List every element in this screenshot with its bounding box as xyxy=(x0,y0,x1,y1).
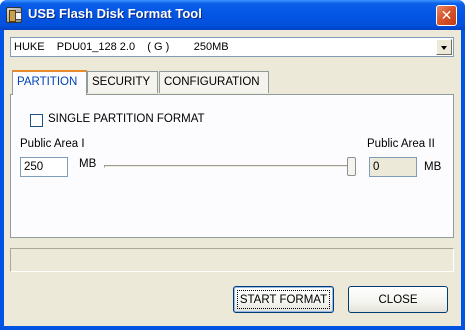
status-bar xyxy=(10,248,454,272)
app-window: USB Flash Disk Format Tool ✕ HUKE PDU01_… xyxy=(0,0,465,330)
window-close-button[interactable]: ✕ xyxy=(436,5,457,26)
partition-slider-track[interactable] xyxy=(104,165,354,168)
device-select-value: HUKE PDU01_128 2.0 ( G ) 250MB xyxy=(14,41,229,53)
single-partition-checkbox[interactable] xyxy=(30,114,43,127)
chevron-down-icon[interactable] xyxy=(436,39,452,55)
public-area-1-input[interactable]: 250 xyxy=(20,157,68,177)
partition-slider-thumb[interactable] xyxy=(347,157,356,176)
tab-partition[interactable]: PARTITION xyxy=(12,70,87,95)
window-title: USB Flash Disk Format Tool xyxy=(28,6,202,21)
public-area-1-label: Public Area I xyxy=(20,138,85,150)
start-format-button[interactable]: START FORMAT xyxy=(233,286,334,313)
usb-drive-icon xyxy=(6,7,22,23)
tab-configuration[interactable]: CONFIGURATION xyxy=(159,71,269,93)
public-area-2-unit: MB xyxy=(424,161,442,173)
public-area-2-label: Public Area II xyxy=(367,138,435,150)
public-area-2-input: 0 xyxy=(369,157,417,177)
dialog-body: HUKE PDU01_128 2.0 ( G ) 250MB PARTITION… xyxy=(4,30,461,326)
tab-security[interactable]: SECURITY xyxy=(87,71,158,93)
device-select[interactable]: HUKE PDU01_128 2.0 ( G ) 250MB xyxy=(10,37,454,57)
title-bar[interactable]: USB Flash Disk Format Tool ✕ xyxy=(0,0,465,30)
close-button[interactable]: CLOSE xyxy=(348,286,448,313)
single-partition-label: SINGLE PARTITION FORMAT xyxy=(48,113,205,125)
public-area-1-unit: MB xyxy=(79,158,97,170)
